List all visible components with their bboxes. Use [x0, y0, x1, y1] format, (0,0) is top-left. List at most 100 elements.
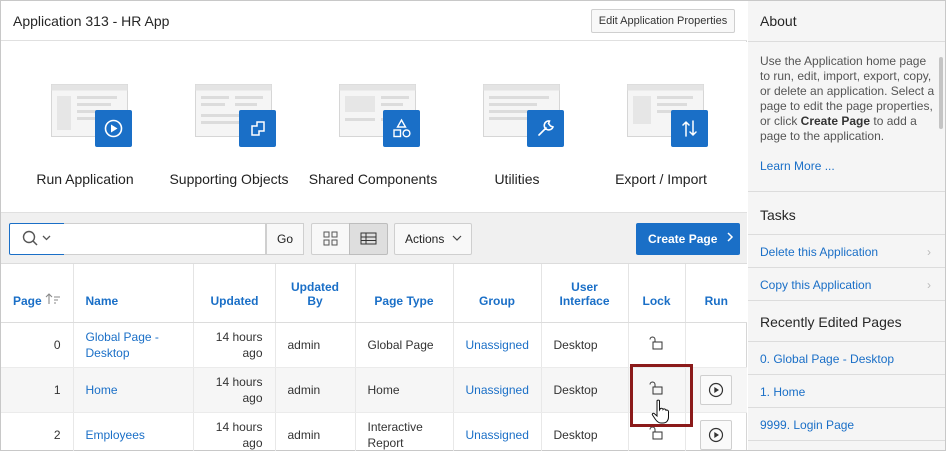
chevron-right-icon: › — [927, 245, 931, 259]
hand-cursor-icon — [651, 399, 669, 424]
divider — [748, 407, 945, 408]
cell-run — [685, 322, 747, 368]
icon-view-button[interactable] — [311, 223, 350, 255]
cell-user-interface: Desktop — [541, 367, 629, 413]
install-icon — [239, 110, 276, 147]
divider — [748, 374, 945, 375]
divider — [748, 41, 945, 42]
tile-supporting-objects[interactable]: Supporting Objects — [159, 42, 299, 212]
table-row[interactable]: 0 Global Page - Desktop 14 hours ago adm… — [1, 322, 747, 368]
shapes-icon — [383, 110, 420, 147]
tile-shared-components[interactable]: Shared Components — [303, 42, 443, 212]
column-header-page-type[interactable]: Page Type — [355, 264, 454, 323]
column-header-group[interactable]: Group — [453, 264, 542, 323]
search-input[interactable] — [64, 223, 266, 255]
cell-page: 0 — [1, 322, 74, 368]
column-header-updated-by[interactable]: Updated By — [275, 264, 356, 323]
title-bar: Application 313 - HR App Edit Applicatio… — [1, 1, 747, 41]
page-title: Application 313 - HR App — [13, 13, 170, 29]
tile-label: Run Application — [36, 171, 134, 187]
about-scrollbar[interactable] — [939, 57, 943, 129]
cell-user-interface: Desktop — [541, 412, 629, 451]
go-button[interactable]: Go — [266, 223, 304, 255]
create-page-label: Create Page — [648, 232, 718, 246]
tile-label: Supporting Objects — [169, 171, 289, 187]
cell-run — [685, 412, 747, 451]
task-delete-application[interactable]: Delete this Application — [760, 245, 878, 259]
cell-page-type: Interactive Report — [355, 412, 454, 451]
about-description: Use the Application home page to run, ed… — [760, 54, 935, 143]
play-icon — [709, 382, 724, 397]
edit-application-properties-button[interactable]: Edit Application Properties — [591, 9, 735, 33]
main-panel: Application 313 - HR App Edit Applicatio… — [1, 1, 747, 451]
chevron-right-icon: › — [927, 278, 931, 292]
cell-run — [685, 367, 747, 413]
search-column-selector[interactable] — [9, 223, 65, 255]
cell-page: 2 — [1, 412, 74, 451]
cell-updated-by: admin — [275, 322, 356, 368]
cell-updated-by: admin — [275, 412, 356, 451]
recent-pages-heading: Recently Edited Pages — [760, 314, 902, 330]
cell-updated: 14 hours ago — [193, 412, 276, 451]
cell-group-link[interactable]: Unassigned — [453, 322, 542, 368]
cell-updated: 14 hours ago — [193, 367, 276, 413]
cell-user-interface: Desktop — [541, 322, 629, 368]
wrench-icon — [527, 110, 564, 147]
column-header-page[interactable]: Page — [1, 264, 74, 323]
cell-name-link[interactable]: Global Page - Desktop — [73, 322, 194, 368]
tasks-heading: Tasks — [760, 207, 796, 223]
unlock-icon — [649, 426, 662, 440]
create-page-button[interactable]: Create Page — [636, 223, 740, 255]
table-header-row: Page Name Updated Updated By Page Type G… — [1, 264, 747, 323]
column-header-lock[interactable]: Lock — [628, 264, 686, 323]
tile-export-import[interactable]: Export / Import — [591, 42, 731, 212]
divider — [748, 300, 945, 301]
cell-group-link[interactable]: Unassigned — [453, 412, 542, 451]
actions-label: Actions — [405, 232, 445, 246]
divider — [748, 267, 945, 268]
recent-page-link[interactable]: 1. Home — [760, 385, 805, 399]
learn-more-link[interactable]: Learn More ... — [760, 159, 835, 173]
cell-name-link[interactable]: Employees — [73, 412, 194, 451]
tile-run-application[interactable]: Run Application — [15, 42, 155, 212]
recent-page-link[interactable]: 9999. Login Page — [760, 418, 854, 432]
play-icon — [709, 427, 724, 442]
transfer-icon — [671, 110, 708, 147]
tile-label: Export / Import — [615, 171, 707, 187]
column-header-name[interactable]: Name — [73, 264, 194, 323]
play-icon — [95, 110, 132, 147]
sort-ascending-icon — [45, 292, 61, 304]
divider — [748, 341, 945, 342]
run-page-button[interactable] — [700, 419, 733, 450]
cell-group-link[interactable]: Unassigned — [453, 367, 542, 413]
tile-utilities[interactable]: Utilities — [447, 42, 587, 212]
tile-label: Utilities — [494, 171, 540, 187]
cell-page-type: Home — [355, 367, 454, 413]
chevron-down-icon — [452, 235, 462, 241]
divider — [748, 440, 945, 441]
column-header-updated[interactable]: Updated — [193, 264, 276, 323]
cell-name-link[interactable]: Home — [73, 367, 194, 413]
cell-updated: 14 hours ago — [193, 322, 276, 368]
chevron-right-icon — [727, 232, 733, 242]
unlock-icon — [649, 336, 662, 350]
right-sidebar: About Use the Application home page to r… — [748, 1, 945, 450]
actions-menu-button[interactable]: Actions — [394, 223, 472, 255]
cell-lock[interactable] — [628, 322, 686, 368]
task-copy-application[interactable]: Copy this Application — [760, 278, 871, 292]
column-header-run[interactable]: Run — [685, 264, 747, 323]
divider — [748, 234, 945, 235]
tile-label: Shared Components — [308, 171, 438, 187]
recent-page-link[interactable]: 0. Global Page - Desktop — [760, 352, 894, 366]
report-view-button[interactable] — [349, 223, 388, 255]
divider — [748, 191, 945, 192]
grid-icon — [323, 231, 338, 246]
search-icon — [22, 230, 51, 246]
cell-page: 1 — [1, 367, 74, 413]
column-header-user-interface[interactable]: User Interface — [541, 264, 629, 323]
report-toolbar: Go Actions Create Page — [1, 212, 747, 264]
cell-page-type: Global Page — [355, 322, 454, 368]
about-heading: About — [760, 13, 797, 29]
run-page-button[interactable] — [700, 374, 733, 405]
cell-updated-by: admin — [275, 367, 356, 413]
